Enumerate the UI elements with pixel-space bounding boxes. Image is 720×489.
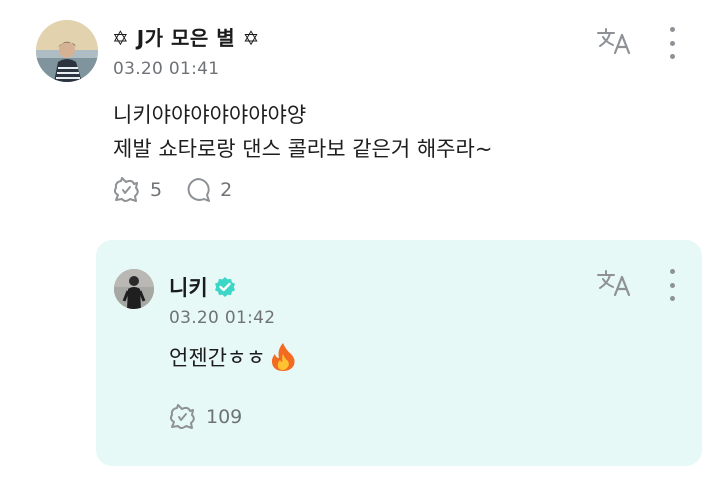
post-like-count: 5 (150, 179, 163, 201)
comment-bubble-icon (187, 178, 211, 202)
verified-badge-icon (214, 276, 236, 298)
reply-translate-button[interactable] (595, 268, 633, 298)
like-stamp-icon (169, 404, 195, 429)
reply-more-button[interactable] (667, 269, 677, 301)
avatar-photo (114, 269, 154, 309)
post-body-text: 니키야야야야야야야양 제발 쇼타로랑 댄스 콜라보 같은거 해주라~ (113, 103, 493, 161)
post-comment-count: 2 (220, 179, 233, 201)
reply-like-button[interactable]: 109 (168, 403, 242, 431)
reply-body-text: 언젠간ㅎㅎ (169, 346, 266, 370)
reply-actions: 109 (168, 403, 264, 431)
reply-author-name: 니키 (169, 276, 208, 300)
post-translate-button[interactable] (595, 26, 633, 56)
translate-icon (597, 28, 631, 55)
reply-like-count: 109 (206, 406, 243, 428)
post-author-avatar[interactable] (36, 20, 98, 82)
post-timestamp: 03.20 01:41 (113, 59, 220, 79)
avatar-photo (36, 20, 98, 82)
reply-body: 언젠간ㅎㅎ (169, 342, 296, 372)
translate-icon (597, 270, 631, 297)
post-comment-button[interactable]: 2 (184, 176, 232, 204)
post-like-button[interactable]: 5 (112, 176, 162, 204)
post-actions: 5 2 (112, 176, 254, 204)
post-author-name[interactable]: ✡ J가 모은 별 ✡ (112, 22, 260, 51)
reply-author[interactable]: 니키 (169, 272, 236, 302)
fire-emoji (270, 342, 296, 372)
more-vertical-icon (669, 269, 675, 274)
more-vertical-icon (669, 27, 675, 32)
reply-author-avatar[interactable] (114, 269, 154, 309)
post-more-button[interactable] (667, 27, 677, 59)
comment-thread: ✡ J가 모은 별 ✡ 03.20 01:41 니키야야야야야야야양 제발 쇼타… (0, 0, 720, 489)
reply-card: 니키 03.20 01:42 언젠간ㅎㅎ 109 (96, 240, 702, 466)
like-stamp-icon (113, 177, 139, 202)
reply-timestamp: 03.20 01:42 (169, 308, 276, 328)
